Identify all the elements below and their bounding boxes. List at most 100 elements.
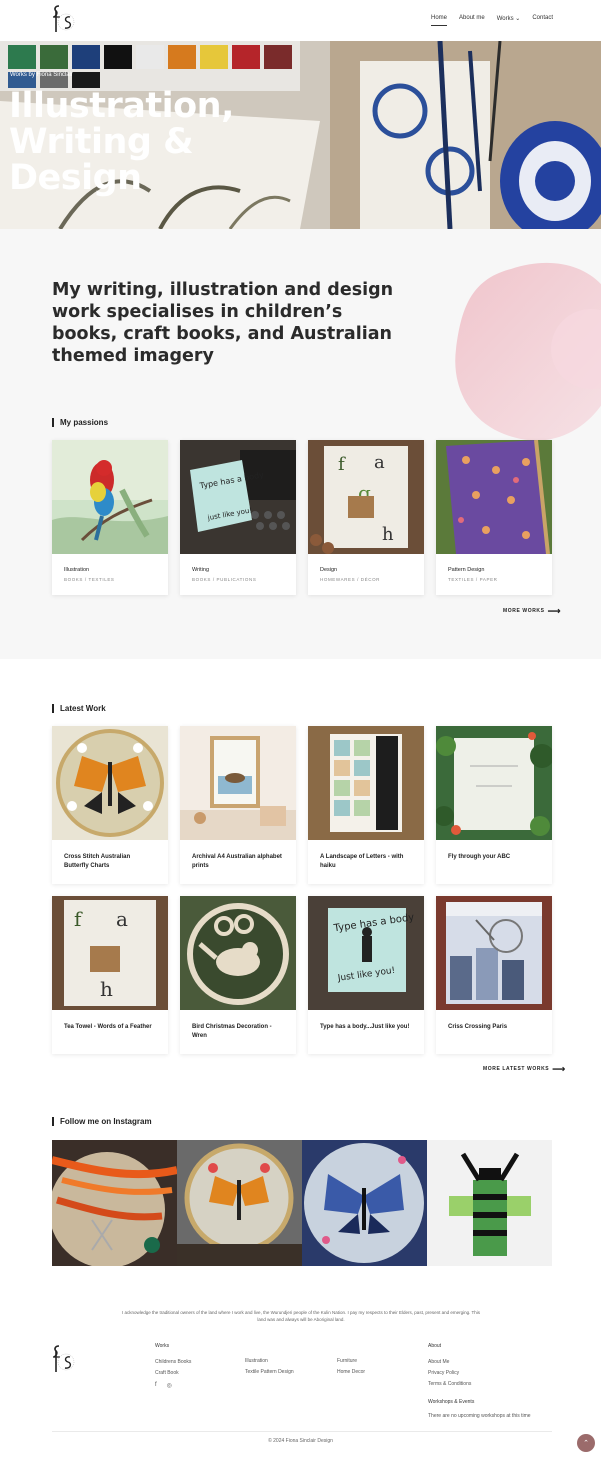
passion-tags: BOOKS / TEXTILES — [64, 577, 115, 582]
passion-tags: BOOKS / PUBLICATIONS — [192, 577, 257, 582]
footer-link[interactable]: Furniture — [337, 1358, 365, 1364]
footer-events-text: There are no upcoming workshops at this … — [428, 1413, 531, 1419]
work-image-criss-crossing-paris — [436, 896, 552, 1010]
footer-link[interactable]: Terms & Conditions — [428, 1381, 471, 1387]
instagram-post[interactable] — [302, 1140, 427, 1266]
work-card[interactable]: f a h Tea Towel - Words of a Feather — [52, 896, 168, 1054]
passion-title: Pattern Design — [448, 567, 485, 573]
footer-link[interactable]: Illustration — [245, 1358, 294, 1364]
hero-title-line3: Design — [9, 158, 142, 198]
passion-image-design: f a g h — [308, 440, 424, 554]
instagram-label: Follow me on Instagram — [52, 1117, 152, 1126]
nav-about[interactable]: About me — [459, 15, 485, 26]
work-card[interactable]: Cross Stitch Australian Butterfly Charts — [52, 726, 168, 884]
hero-kicker: Works by Fiona Sinclair — [10, 72, 73, 78]
main-nav: Home About me Works ⌄ Contact — [431, 15, 553, 26]
arrow-up-icon[interactable]: ⌃ — [577, 1434, 595, 1452]
footer-works-col3: Furniture Home Decor — [337, 1358, 365, 1380]
instagram-icon[interactable]: ◎ — [167, 1382, 172, 1389]
work-card[interactable]: Fly through your ABC — [436, 726, 552, 884]
work-image-type-body: Type has a body Just like you! — [308, 896, 424, 1010]
more-works-label: MORE WORKS — [503, 608, 545, 614]
footer-about-heading: About — [428, 1343, 442, 1349]
footer-link[interactable]: About Me — [428, 1359, 471, 1365]
work-image-tea-towel: f a h — [52, 896, 168, 1010]
footer-divider — [52, 1431, 552, 1432]
passion-card-design[interactable]: f a g h Design HOMEWARES / DÉCOR — [308, 440, 424, 595]
hero-title-line1: Illustration, — [9, 86, 234, 126]
work-card[interactable]: A Landscape of Letters - with haiku — [308, 726, 424, 884]
footer-works-col1: Works Childrens Books Craft Book — [155, 1343, 191, 1381]
svg-text:h: h — [100, 977, 113, 1001]
footer-link[interactable]: Privacy Policy — [428, 1370, 471, 1376]
passion-image-pattern — [436, 440, 552, 554]
more-latest-works-link[interactable]: MORE LATEST WORKS ⟶ — [483, 1063, 566, 1074]
nav-works[interactable]: Works ⌄ — [497, 15, 521, 26]
work-card[interactable]: Bird Christmas Decoration - Wren — [180, 896, 296, 1054]
passion-card-illustration[interactable]: Illustration BOOKS / TEXTILES — [52, 440, 168, 595]
passion-image-illustration — [52, 440, 168, 554]
footer-link[interactable]: Textile Pattern Design — [245, 1369, 294, 1375]
work-title: Criss Crossing Paris — [448, 1024, 508, 1030]
passion-title: Illustration — [64, 567, 90, 573]
work-title: Archival A4 Australian alphabet prints — [192, 854, 282, 869]
hero-title: Illustration, Writing & Design — [9, 88, 234, 196]
passion-card-pattern[interactable]: Pattern Design TEXTILES / PAPER — [436, 440, 552, 595]
nav-home[interactable]: Home — [431, 15, 448, 26]
work-image-alphabet-print — [180, 726, 296, 840]
instagram-grid — [52, 1140, 552, 1266]
more-latest-works-label: MORE LATEST WORKS — [483, 1066, 550, 1072]
fs-logo[interactable] — [50, 1343, 76, 1375]
instagram-post[interactable] — [52, 1140, 177, 1266]
passion-card-writing[interactable]: Type has a body just like you! Writing B… — [180, 440, 296, 595]
work-card[interactable]: Type has a body Just like you! Type has … — [308, 896, 424, 1054]
passion-tags: TEXTILES / PAPER — [448, 577, 498, 582]
footer-events-heading: Workshops & Events — [428, 1399, 475, 1405]
work-title: Cross Stitch Australian Butterfly Charts — [64, 854, 131, 869]
more-works-link[interactable]: MORE WORKS ⟶ — [503, 605, 562, 616]
footer-link[interactable]: Craft Book — [155, 1370, 191, 1376]
nav-contact[interactable]: Contact — [532, 15, 553, 26]
work-title: A Landscape of Letters - with haiku — [320, 854, 404, 869]
work-card[interactable]: Archival A4 Australian alphabet prints — [180, 726, 296, 884]
passion-image-writing: Type has a body just like you! — [180, 440, 296, 554]
work-card[interactable]: Criss Crossing Paris — [436, 896, 552, 1054]
footer-about-col: About About Me Privacy Policy Terms & Co… — [428, 1343, 471, 1392]
hero-banner: Works by Fiona Sinclair Illustration, Wr… — [0, 41, 601, 229]
work-image-bird-decoration — [180, 896, 296, 1010]
work-title: Bird Christmas Decoration - Wren — [192, 1024, 272, 1039]
work-image-landscape-letters — [308, 726, 424, 840]
passion-title: Writing — [192, 567, 210, 573]
social-links: f ◎ — [155, 1382, 172, 1389]
site-header: Home About me Works ⌄ Contact — [0, 0, 601, 41]
footer-link[interactable]: Childrens Books — [155, 1359, 191, 1365]
arrow-right-icon: ⟶ — [552, 1063, 566, 1074]
fs-logo[interactable] — [50, 3, 76, 35]
svg-text:a: a — [374, 452, 385, 473]
passion-title: Design — [320, 567, 338, 573]
footer-works-col2: Illustration Textile Pattern Design — [245, 1358, 294, 1380]
nav-works-label: Works — [496, 16, 514, 22]
footer-events-col: Workshops & Events There are no upcoming… — [428, 1399, 531, 1424]
work-title: Tea Towel - Words of a Feather — [64, 1024, 152, 1030]
svg-text:a: a — [116, 907, 128, 931]
copyright: © 2024 Fiona Sinclair Design — [268, 1438, 333, 1444]
svg-text:h: h — [382, 524, 394, 545]
acknowledgement-text: I acknowledge the traditional owners of … — [121, 1310, 481, 1322]
passions-label: My passions — [52, 418, 108, 427]
work-title: Type has a body...Just like you! — [320, 1024, 410, 1030]
instagram-post[interactable] — [177, 1140, 302, 1266]
decorative-blob — [455, 262, 601, 441]
hero-title-line2: Writing & — [9, 122, 194, 162]
facebook-icon[interactable]: f — [155, 1382, 157, 1389]
work-image-fly-abc — [436, 726, 552, 840]
work-image-butterfly-chart — [52, 726, 168, 840]
work-title: Fly through your ABC — [448, 854, 511, 860]
chevron-down-icon: ⌄ — [515, 16, 521, 22]
passion-tags: HOMEWARES / DÉCOR — [320, 577, 381, 582]
intro-statement: My writing, illustration and design work… — [52, 280, 394, 366]
arrow-right-icon: ⟶ — [547, 605, 562, 616]
footer-link[interactable]: Home Decor — [337, 1369, 365, 1375]
footer-works-heading: Works — [155, 1343, 170, 1349]
instagram-post[interactable] — [427, 1140, 552, 1266]
